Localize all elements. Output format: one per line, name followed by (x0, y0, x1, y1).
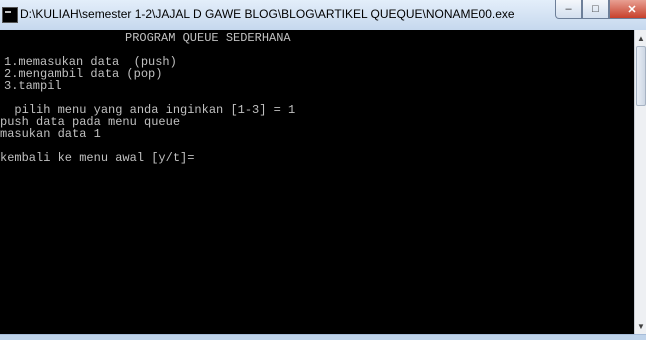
window-controls: – □ ✕ (555, 0, 646, 20)
chevron-down-icon: ▼ (637, 321, 645, 331)
vertical-scrollbar[interactable]: ▲ ▼ (634, 30, 646, 334)
scroll-up-button[interactable]: ▲ (635, 30, 646, 46)
scroll-thumb[interactable] (636, 46, 646, 106)
return-prompt: kembali ke menu awal [y/t]= (0, 151, 195, 165)
minimize-button[interactable]: – (555, 0, 582, 19)
program-title: PROGRAM QUEUE SEDERHANA (125, 31, 291, 45)
console-window: D:\KULIAH\semester 1-2\JAJAL D GAWE BLOG… (0, 0, 646, 340)
chevron-up-icon: ▲ (637, 33, 645, 43)
maximize-button[interactable]: □ (582, 0, 609, 19)
scroll-down-button[interactable]: ▼ (635, 318, 646, 334)
window-title: D:\KULIAH\semester 1-2\JAJAL D GAWE BLOG… (20, 7, 515, 21)
close-button[interactable]: ✕ (609, 0, 646, 19)
input-data-line: masukan data 1 (0, 127, 101, 141)
menu-option-tampil: 3.tampil (4, 79, 62, 93)
maximize-icon: □ (592, 3, 599, 15)
close-icon: ✕ (627, 3, 637, 16)
minimize-icon: – (565, 3, 572, 15)
console-app-icon[interactable] (2, 7, 18, 23)
window-bottom-frame (0, 334, 646, 340)
console-output[interactable]: PROGRAM QUEUE SEDERHANA 1.memasukan data… (0, 30, 634, 334)
title-bar[interactable]: D:\KULIAH\semester 1-2\JAJAL D GAWE BLOG… (0, 0, 646, 31)
